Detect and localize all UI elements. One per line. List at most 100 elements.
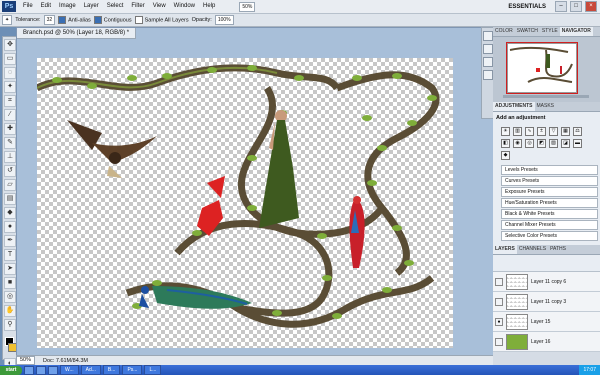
threshold-icon[interactable]: ◪ [561,139,570,148]
document-size-info[interactable]: Doc: 7.61M/84.3M [43,358,88,364]
preset-levels[interactable]: Levels Presets [501,165,598,175]
vibrance-icon[interactable]: ▽ [549,127,558,136]
eraser-tool-icon[interactable]: ▱ [4,179,16,191]
tab-channels[interactable]: CHANNELS [517,245,548,254]
layer-row[interactable]: Layer 11 copy 6 [493,272,600,292]
menu-window[interactable]: Window [170,0,199,13]
quicklaunch-icon[interactable] [36,365,46,375]
navigator-view-box[interactable] [506,42,578,94]
taskbar-item[interactable]: Ad... [80,365,101,375]
tab-styles[interactable]: STYLE [540,27,560,36]
layer-row[interactable]: ● Layer 15 [493,312,600,332]
channel-mixer-icon[interactable]: ◎ [525,139,534,148]
taskbar-item[interactable]: B... [102,365,121,375]
navigator-zoom-slider[interactable] [503,95,589,98]
status-zoom-field[interactable]: 50% [16,356,36,365]
tab-adjustments[interactable]: ADJUSTMENTS [493,102,535,111]
zoom-dropdown[interactable]: 50% [239,1,256,12]
healing-tool-icon[interactable]: ✚ [4,123,16,135]
curves-icon[interactable]: ∿ [525,127,534,136]
taskbar-item[interactable]: L... [144,365,162,375]
blur-tool-icon[interactable]: ◆ [4,207,16,219]
exposure-icon[interactable]: ± [537,127,546,136]
path-selection-tool-icon[interactable]: ➤ [4,263,16,275]
history-panel-icon[interactable] [483,31,493,41]
photo-filter-icon[interactable]: ◉ [513,139,522,148]
levels-icon[interactable]: ▥ [513,127,522,136]
tab-layers[interactable]: LAYERS [493,245,517,254]
marquee-tool-icon[interactable]: ▭ [4,53,16,65]
preset-channel-mixer[interactable]: Channel Mixer Presets [501,220,598,230]
menu-file[interactable]: File [19,0,37,13]
pen-tool-icon[interactable]: ✒ [4,235,16,247]
maximize-icon[interactable]: □ [570,1,582,12]
opacity-input[interactable]: 100% [214,15,234,25]
minimize-icon[interactable]: – [555,1,567,12]
menu-edit[interactable]: Edit [37,0,55,13]
gradient-tool-icon[interactable]: ▤ [4,193,16,205]
eye-icon[interactable]: ● [495,317,503,326]
dodge-tool-icon[interactable]: ● [4,221,16,233]
tab-paths[interactable]: PATHS [548,245,568,254]
menu-filter[interactable]: Filter [127,0,148,13]
menu-view[interactable]: View [149,0,170,13]
type-tool-icon[interactable]: T [4,249,16,261]
magic-wand-tool-icon[interactable]: ✦ [4,81,16,93]
sample-all-checkbox[interactable]: Sample All Layers [134,16,189,24]
tolerance-input[interactable]: 32 [43,15,56,25]
tab-masks[interactable]: MASKS [535,102,557,111]
lasso-tool-icon[interactable]: ◌ [4,67,16,79]
quicklaunch-icon[interactable] [48,365,58,375]
shape-tool-icon[interactable]: ■ [4,277,16,289]
workspace-switcher[interactable]: ESSENTIALS [502,4,552,10]
info-panel-icon[interactable] [483,57,493,67]
color-balance-icon[interactable]: ⚖ [573,127,582,136]
menu-image[interactable]: Image [55,0,80,13]
zoom-tool-icon[interactable]: ⚲ [4,319,16,331]
preset-selective-color[interactable]: Selective Color Presets [501,231,598,241]
actions-panel-icon[interactable] [483,44,493,54]
layer-row[interactable]: Layer 11 copy 3 [493,292,600,312]
visibility-toggle[interactable] [495,297,503,306]
visibility-toggle[interactable] [495,337,503,346]
3d-rotate-tool-icon[interactable]: ◎ [4,291,16,303]
contiguous-checkbox[interactable]: Contiguous [93,16,132,24]
menu-layer[interactable]: Layer [80,0,103,13]
brush-tool-icon[interactable]: ✎ [4,137,16,149]
black-white-icon[interactable]: ◧ [501,139,510,148]
eyedropper-tool-icon[interactable]: ⁄ [4,109,16,121]
tool-preset-picker[interactable]: ✦ [2,15,13,25]
crop-tool-icon[interactable]: ⌗ [4,95,16,107]
invert-icon[interactable]: ◩ [537,139,546,148]
clone-stamp-tool-icon[interactable]: ⊥ [4,151,16,163]
app-logo[interactable]: Ps [2,1,16,12]
tab-color[interactable]: COLOR [493,27,515,36]
hue-saturation-icon[interactable]: ▦ [561,127,570,136]
close-icon[interactable]: × [585,1,597,12]
preset-exposure[interactable]: Exposure Presets [501,187,598,197]
taskbar-item[interactable]: Ps... [122,365,143,375]
move-tool-icon[interactable]: ✥ [4,39,16,51]
preset-curves[interactable]: Curves Presets [501,176,598,186]
system-clock[interactable]: 17:07 [579,365,600,375]
menu-select[interactable]: Select [103,0,128,13]
quicklaunch-icon[interactable] [24,365,34,375]
selective-color-icon[interactable]: ◆ [501,151,510,160]
brightness-icon[interactable]: ☀ [501,127,510,136]
preset-hue-saturation[interactable]: Hue/Saturation Presets [501,198,598,208]
visibility-toggle[interactable] [495,277,503,286]
start-button[interactable]: start [0,365,22,375]
layer-row[interactable]: Layer 16 [493,332,600,352]
posterize-icon[interactable]: ▧ [549,139,558,148]
preset-black-white[interactable]: Black & White Presets [501,209,598,219]
gradient-map-icon[interactable]: ▬ [573,139,582,148]
taskbar-item[interactable]: W... [60,365,79,375]
brushes-panel-icon[interactable] [483,70,493,80]
anti-alias-checkbox[interactable]: Anti-alias [58,16,91,24]
tab-swatches[interactable]: SWATCH [515,27,540,36]
tab-navigator[interactable]: NAVIGATOR [559,27,593,36]
hand-tool-icon[interactable]: ✋ [4,305,16,317]
canvas[interactable] [37,58,453,348]
menu-help[interactable]: Help [199,0,219,13]
history-brush-tool-icon[interactable]: ↺ [4,165,16,177]
